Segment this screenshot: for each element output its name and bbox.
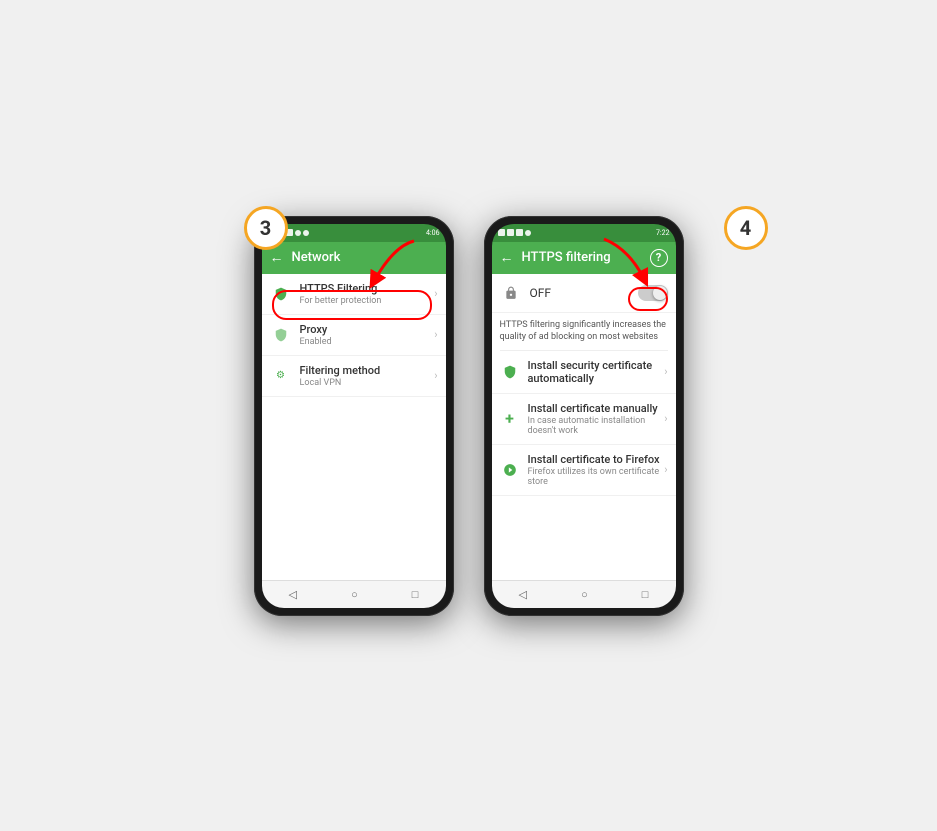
filtering-method-subtitle: Local VPN (300, 378, 435, 388)
https-description: HTTPS filtering significantly increases … (492, 313, 676, 350)
install-firefox-subtitle: Firefox utilizes its own certificate sto… (528, 467, 665, 487)
https-toggle-row: OFF (492, 274, 676, 313)
install-manual-chevron: › (664, 412, 667, 425)
toggle-knob (653, 286, 667, 300)
install-auto-item[interactable]: Install security certificate automatical… (492, 351, 676, 394)
filtering-method-item[interactable]: ⚙ Filtering method Local VPN › (262, 356, 446, 397)
nav-home-4[interactable]: ○ (581, 588, 588, 601)
install-manual-title: Install certificate manually (528, 402, 665, 415)
back-button-4[interactable]: ← (500, 249, 514, 266)
status-bar-3: 4:06 (262, 224, 446, 242)
install-manual-icon: + (500, 409, 520, 429)
https-filtering-item[interactable]: HTTPS Filtering For better protection › (262, 274, 446, 315)
bottom-nav-3: ◁ ○ □ (262, 580, 446, 608)
proxy-subtitle: Enabled (300, 337, 435, 347)
help-button-4[interactable]: ? (650, 249, 668, 267)
phone-3: 4:06 ← Network (254, 216, 454, 616)
nav-home-3[interactable]: ○ (351, 588, 358, 601)
install-auto-title: Install security certificate automatical… (528, 359, 665, 385)
https-toggle-icon (500, 282, 522, 304)
proxy-chevron: › (434, 328, 437, 341)
https-filtering-icon (270, 283, 292, 305)
screen-4: OFF HTTPS filtering significantly increa… (492, 274, 676, 580)
phone-4: 7:22 ← HTTPS filtering ? (484, 216, 684, 616)
https-filtering-subtitle: For better protection (300, 296, 435, 306)
https-filtering-chevron: › (434, 287, 437, 300)
appbar-3: ← Network (262, 242, 446, 274)
install-firefox-chevron: › (664, 463, 667, 476)
filtering-method-title: Filtering method (300, 364, 435, 377)
appbar-title-3: Network (292, 250, 438, 265)
screen-3: HTTPS Filtering For better protection › (262, 274, 446, 580)
appbar-title-4: HTTPS filtering (522, 250, 642, 265)
install-auto-icon (500, 362, 520, 382)
proxy-item[interactable]: Proxy Enabled › (262, 315, 446, 356)
step-3-badge: 3 (244, 206, 288, 250)
nav-back-3[interactable]: ◁ (289, 588, 297, 601)
nav-recent-3[interactable]: □ (412, 588, 419, 601)
install-firefox-item[interactable]: Install certificate to Firefox Firefox u… (492, 445, 676, 496)
https-filtering-title: HTTPS Filtering (300, 282, 435, 295)
appbar-4: ← HTTPS filtering ? (492, 242, 676, 274)
install-manual-subtitle: In case automatic installation doesn't w… (528, 416, 665, 436)
back-button-3[interactable]: ← (270, 249, 284, 266)
proxy-icon (270, 324, 292, 346)
nav-back-4[interactable]: ◁ (519, 588, 527, 601)
https-toggle-switch[interactable] (638, 285, 668, 301)
https-toggle-label: OFF (530, 286, 638, 300)
nav-recent-4[interactable]: □ (642, 588, 649, 601)
install-firefox-title: Install certificate to Firefox (528, 453, 665, 466)
bottom-nav-4: ◁ ○ □ (492, 580, 676, 608)
proxy-title: Proxy (300, 323, 435, 336)
install-firefox-icon (500, 460, 520, 480)
filtering-method-icon: ⚙ (270, 365, 292, 387)
install-auto-chevron: › (664, 365, 667, 378)
install-manual-item[interactable]: + Install certificate manually In case a… (492, 394, 676, 445)
status-bar-4: 7:22 (492, 224, 676, 242)
filtering-method-chevron: › (434, 369, 437, 382)
step-4-badge: 4 (724, 206, 768, 250)
